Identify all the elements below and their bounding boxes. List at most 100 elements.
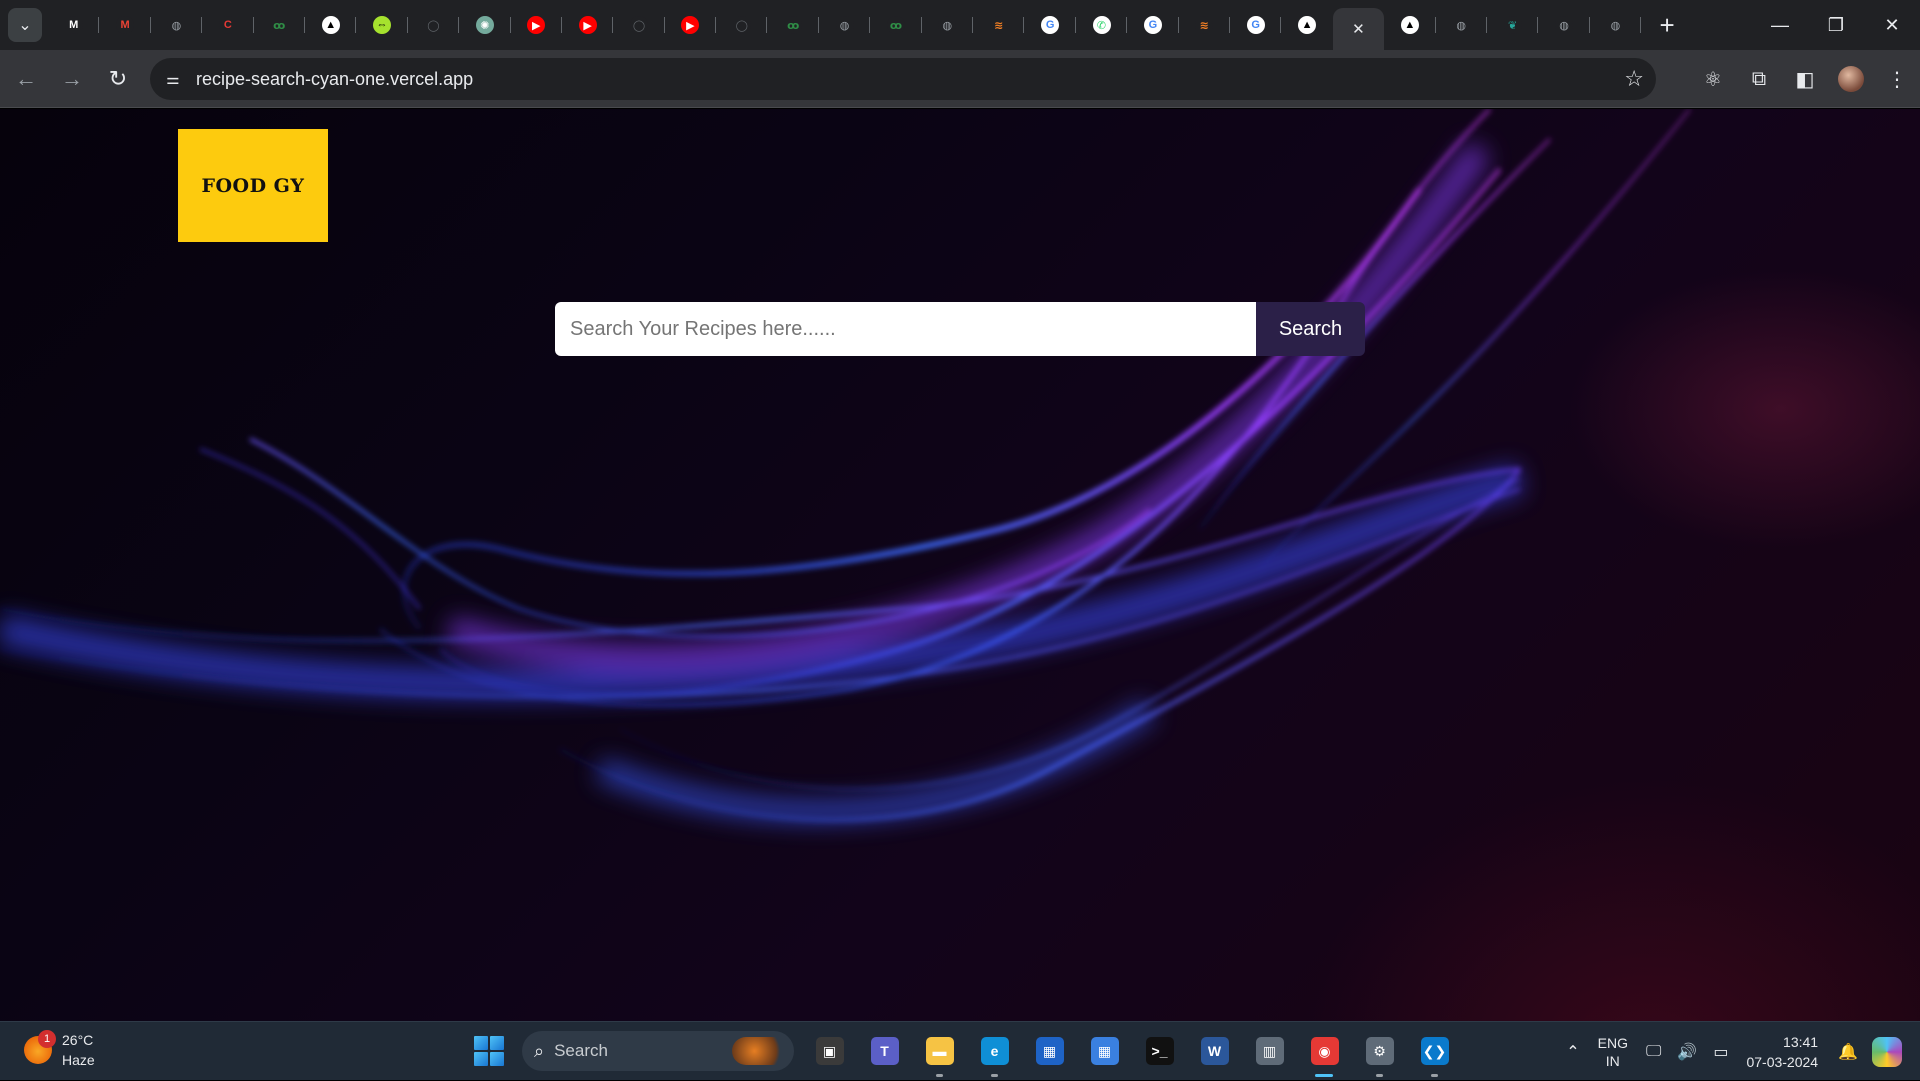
browser-toolbar: ← → ↻ ⚌ recipe-search-cyan-one.vercel.ap… [0, 50, 1920, 108]
vscode-app[interactable]: ❮❯ [1407, 1028, 1462, 1077]
close-icon[interactable]: ✕ [1349, 20, 1367, 38]
geeksforgeeks-icon: ꝏ [270, 16, 289, 34]
tab[interactable]: G [1024, 0, 1077, 50]
close-window-button[interactable]: ✕ [1864, 0, 1920, 50]
running-indicator [1431, 1074, 1438, 1077]
volume-icon[interactable]: 🔊 [1677, 1042, 1697, 1062]
network-icon[interactable]: 🖵 [1646, 1043, 1661, 1061]
tab[interactable]: ≋ [973, 0, 1025, 50]
geeksforgeeks-icon: ꝏ [784, 16, 803, 34]
tab[interactable]: ▲ [1281, 0, 1332, 50]
react-devtools-icon[interactable]: ⚛ [1690, 56, 1736, 102]
running-indicator [1315, 1074, 1333, 1077]
restore-button[interactable]: ❐ [1808, 0, 1864, 50]
chrome-app[interactable]: ◉ [1297, 1028, 1352, 1077]
word-app[interactable]: W [1187, 1028, 1242, 1074]
tab[interactable]: ✆ [1076, 0, 1128, 50]
tab[interactable]: ꝏ [254, 0, 306, 50]
terminal-app[interactable]: >_ [1132, 1028, 1187, 1074]
minimize-button[interactable]: — [1752, 0, 1808, 50]
store-app[interactable]: ▦ [1022, 1028, 1077, 1074]
recipe-search-form: Search [555, 302, 1365, 356]
notification-bell-icon[interactable]: 🔔 [1838, 1042, 1858, 1062]
language-indicator[interactable]: ENG IN [1598, 1034, 1628, 1070]
address-bar[interactable]: ⚌ recipe-search-cyan-one.vercel.app ☆ [150, 58, 1656, 100]
tab[interactable]: ❦ [1487, 0, 1539, 50]
file-explorer-app[interactable]: ▬ [912, 1028, 967, 1077]
new-tab-button[interactable]: + [1649, 7, 1685, 43]
tab[interactable]: ▶ [562, 0, 614, 50]
tab[interactable]: ◍ [1436, 0, 1488, 50]
taskbar-apps: ▣ T ▬ e ▦ ▦ >_ W ▥ ◉ ⚙ ❮❯ [802, 1028, 1462, 1077]
vercel-icon: ▲ [321, 16, 340, 34]
clock[interactable]: 13:41 07-03-2024 [1746, 1032, 1818, 1072]
teams-app[interactable]: T [857, 1028, 912, 1074]
edge-app[interactable]: e [967, 1028, 1022, 1077]
foodigy-logo[interactable]: FOOD GY [178, 129, 328, 242]
battery-icon[interactable]: ▭ [1713, 1042, 1728, 1062]
teams-icon: T [870, 1037, 899, 1065]
start-button[interactable] [474, 1036, 504, 1066]
bookmark-star-icon[interactable]: ☆ [1624, 66, 1644, 92]
tab[interactable]: ◯ [716, 0, 768, 50]
url-text[interactable]: recipe-search-cyan-one.vercel.app [196, 69, 473, 90]
tab[interactable]: ▲ [1384, 0, 1436, 50]
tab[interactable]: M [48, 0, 100, 50]
github-icon: ◯ [732, 16, 751, 34]
tab[interactable]: ◯ [613, 0, 666, 50]
youtube-icon: ▶ [527, 16, 546, 34]
task-view-app[interactable]: ▣ [802, 1028, 857, 1074]
tab[interactable]: ▲ [305, 0, 357, 50]
tab[interactable]: ≋ [1179, 0, 1231, 50]
calculator-app[interactable]: ▥ [1242, 1028, 1297, 1074]
taskbar-search-label: Search [554, 1041, 608, 1060]
copilot-icon[interactable] [1872, 1036, 1902, 1067]
github-icon: ◯ [629, 16, 648, 34]
recipe-search-input[interactable] [555, 302, 1256, 356]
tab[interactable]: ◍ [1538, 0, 1591, 50]
side-panel-icon[interactable]: ◧ [1782, 56, 1828, 102]
weather-condition: Haze [62, 1052, 95, 1068]
window-controls: — ❐ ✕ [1752, 0, 1920, 50]
tab[interactable]: ◯ [408, 0, 460, 50]
taskbar-search[interactable]: ⌕ Search [522, 1031, 794, 1071]
menu-kebab-icon[interactable]: ⋮ [1874, 56, 1920, 102]
tab[interactable]: ▶ [665, 0, 717, 50]
search-icon: ⌕ [534, 1040, 545, 1061]
settings-app[interactable]: ⚙ [1352, 1028, 1407, 1077]
tab[interactable]: ꝏ [870, 0, 923, 50]
tab[interactable]: M [99, 0, 152, 50]
tab[interactable]: ◍ [1590, 0, 1642, 50]
vercel-icon: ▲ [1298, 16, 1317, 34]
search-button[interactable]: Search [1256, 302, 1365, 356]
tab[interactable]: ◍ [819, 0, 871, 50]
tab[interactable]: ✺ [459, 0, 511, 50]
back-button[interactable]: ← [6, 59, 46, 99]
reload-button[interactable]: ↻ [98, 59, 138, 99]
globe-icon: ◍ [938, 16, 957, 34]
windows-logo-icon [474, 1036, 488, 1050]
tab[interactable]: ◍ [922, 0, 974, 50]
calendar-app[interactable]: ▦ [1077, 1028, 1132, 1074]
extensions-icon[interactable]: ⧉ [1736, 56, 1782, 102]
tab[interactable]: G [1230, 0, 1282, 50]
calendar-icon: ▦ [1090, 1037, 1119, 1065]
tab[interactable]: G [1127, 0, 1179, 50]
tab-list: M M ◍ Cꝏ ▲ ⇔ ◯ ✺ ▶ ▶ ◯ ▶ ◯ ꝏ ◍ ꝏ ◍ ≋ G ✆ G ≋ G ▲ ✕ ▲ ◍ ❦ ◍ ◍ [48, 0, 1642, 50]
tab-search-button[interactable]: ⌄ [8, 8, 42, 42]
tab[interactable]: C [202, 0, 254, 50]
avatar [1838, 66, 1864, 92]
toolbar-actions: ⚛ ⧉ ◧ ⋮ [1690, 50, 1920, 108]
github-icon: ◯ [424, 16, 443, 34]
forward-button[interactable]: → [52, 59, 92, 99]
profile-avatar[interactable] [1828, 56, 1874, 102]
tab[interactable]: ⇔ [356, 0, 409, 50]
tab-active[interactable]: ✕ [1332, 8, 1385, 50]
tab[interactable]: ◍ [151, 0, 203, 50]
weather-widget[interactable]: 1 26°C Haze [24, 1030, 95, 1070]
show-hidden-icons-chevron-icon[interactable]: ⌃ [1566, 1042, 1579, 1062]
tab[interactable]: ꝏ [767, 0, 820, 50]
site-info-icon[interactable]: ⚌ [158, 64, 188, 94]
tab[interactable]: ▶ [511, 0, 563, 50]
windows-taskbar: 1 26°C Haze ⌕ Search ▣ T ▬ e ▦ ▦ >_ W ▥ ◉ ⚙ ❮❯ ⌃ EN… [0, 1021, 1920, 1080]
